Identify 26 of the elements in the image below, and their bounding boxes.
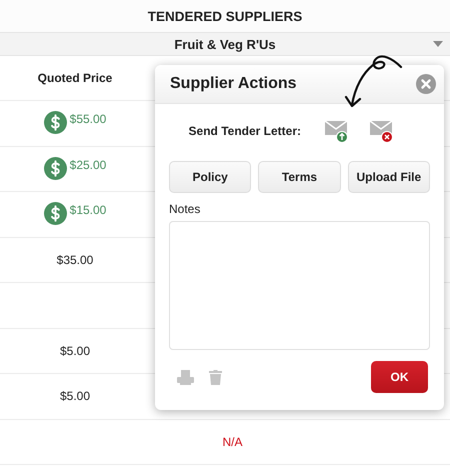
- quoted-price: $55.00: [70, 112, 106, 126]
- table-cell-text: N/A: [221, 434, 244, 451]
- printer-icon[interactable]: [177, 370, 194, 384]
- dialog-title: Supplier Actions: [170, 75, 297, 93]
- mail-send-icon[interactable]: [324, 119, 350, 143]
- column-header: Quoted Price: [36, 70, 114, 87]
- dollar-icon: [44, 156, 67, 180]
- supplier-dropdown[interactable]: Fruit & Veg R'Us: [0, 33, 450, 56]
- action-button[interactable]: Upload File: [348, 161, 430, 193]
- dollar-icon: [44, 202, 67, 225]
- ok-button[interactable]: OK: [371, 361, 428, 393]
- action-button[interactable]: Policy: [169, 161, 252, 193]
- quoted-price: $35.00: [56, 252, 94, 269]
- mail-cancel-icon[interactable]: [369, 119, 395, 143]
- notes-label: Notes: [169, 202, 202, 216]
- trash-icon[interactable]: [209, 370, 222, 384]
- close-icon[interactable]: [416, 74, 436, 94]
- send-label: Send Tender Letter:: [188, 124, 301, 138]
- quoted-price: $15.00: [70, 203, 106, 217]
- quoted-price: $5.00: [58, 342, 92, 360]
- notes-field[interactable]: [169, 221, 430, 350]
- caret-icon: [433, 41, 443, 47]
- dollar-icon: [44, 111, 67, 134]
- action-button[interactable]: Terms: [258, 161, 341, 193]
- quoted-price: $5.00: [58, 388, 92, 406]
- quoted-price: $25.00: [70, 158, 106, 172]
